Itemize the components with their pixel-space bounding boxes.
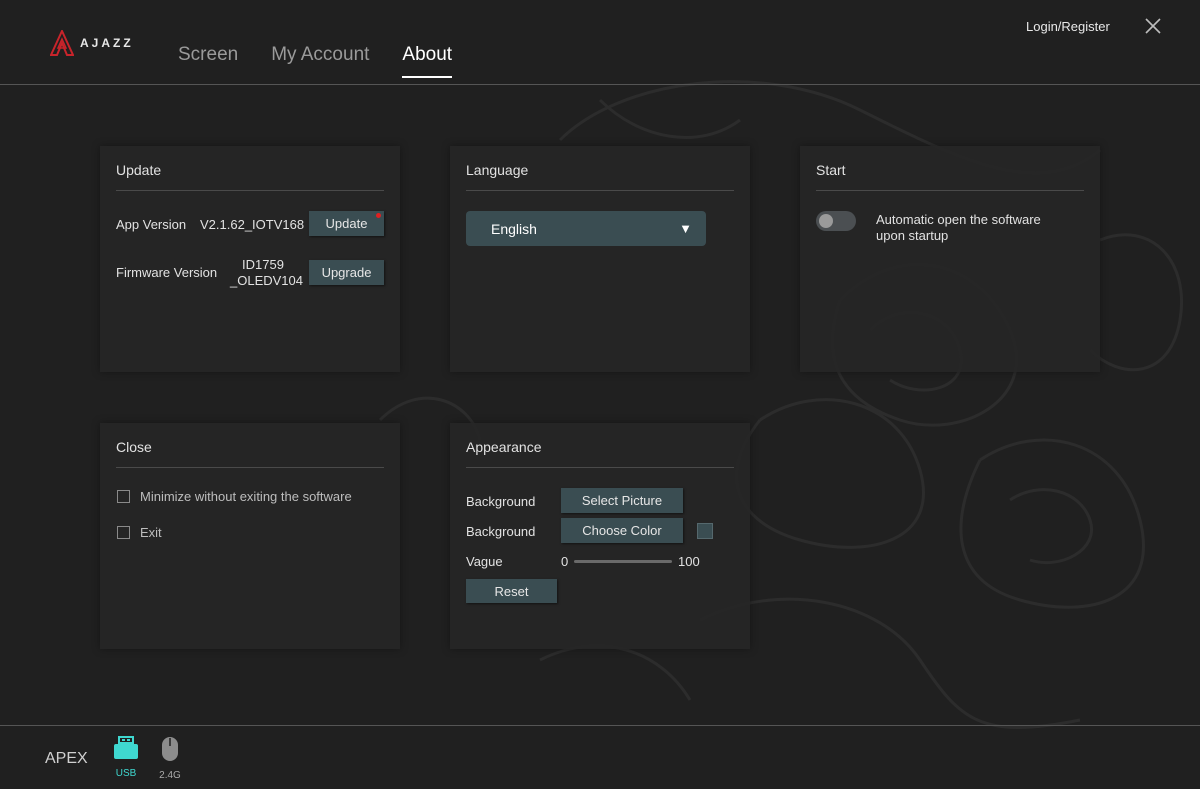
ajazz-logo: AJAZZ bbox=[50, 30, 134, 56]
logo-text: AJAZZ bbox=[80, 36, 134, 50]
upgrade-button[interactable]: Upgrade bbox=[309, 260, 384, 285]
divider bbox=[116, 467, 384, 468]
appearance-panel: Appearance Background Select Picture Bac… bbox=[450, 423, 750, 649]
vague-max-value: 100 bbox=[678, 554, 700, 569]
update-button[interactable]: Update bbox=[309, 211, 384, 236]
firmware-version-value-line1: ID1759 bbox=[242, 257, 284, 272]
app-version-value: V2.1.62_IOTV168 bbox=[200, 217, 305, 232]
close-icon[interactable] bbox=[1144, 17, 1162, 35]
usb-label: USB bbox=[115, 768, 137, 779]
divider bbox=[116, 190, 384, 191]
minimize-option-label[interactable]: Minimize without exiting the software bbox=[140, 489, 352, 504]
wireless-connection[interactable]: 2.4G bbox=[158, 736, 182, 781]
toggle-knob bbox=[819, 214, 833, 228]
exit-option-label[interactable]: Exit bbox=[140, 525, 162, 540]
usb-connection[interactable]: USB bbox=[112, 736, 140, 779]
close-panel: Close Minimize without exiting the softw… bbox=[100, 423, 400, 649]
firmware-version-label: Firmware Version bbox=[116, 265, 218, 280]
panel-title: Close bbox=[116, 439, 152, 455]
login-register-link[interactable]: Login/Register bbox=[1026, 19, 1110, 34]
app-version-label: App Version bbox=[116, 217, 187, 232]
divider bbox=[466, 467, 734, 468]
panel-title: Update bbox=[116, 162, 162, 178]
auto-open-label-line2: upon startup bbox=[876, 228, 949, 243]
background-artwork bbox=[378, 80, 1183, 729]
firmware-version-value-line2: _OLEDV104 bbox=[230, 273, 303, 288]
vague-slider[interactable] bbox=[574, 560, 672, 563]
divider bbox=[466, 190, 734, 191]
panel-title: Appearance bbox=[466, 439, 542, 455]
background-color-label: Background bbox=[466, 524, 536, 539]
choose-color-button[interactable]: Choose Color bbox=[561, 518, 683, 543]
tab-my-account[interactable]: My Account bbox=[271, 44, 369, 78]
tab-screen[interactable]: Screen bbox=[178, 44, 238, 78]
ajazz-logo-icon bbox=[50, 30, 74, 56]
language-select[interactable]: English ▼ bbox=[466, 211, 706, 246]
panel-title: Start bbox=[816, 162, 846, 178]
language-panel: Language English ▼ bbox=[450, 146, 750, 372]
minimize-checkbox[interactable] bbox=[117, 490, 130, 503]
auto-open-toggle[interactable] bbox=[816, 211, 856, 231]
update-available-dot bbox=[376, 213, 381, 218]
device-name: APEX bbox=[45, 750, 88, 767]
tab-about[interactable]: About bbox=[402, 44, 453, 78]
color-swatch[interactable] bbox=[697, 523, 713, 539]
dropdown-arrow-icon: ▼ bbox=[679, 221, 692, 236]
vague-label: Vague bbox=[466, 554, 503, 569]
start-panel: Start Automatic open the software upon s… bbox=[800, 146, 1100, 372]
device-bar: APEX USB 2.4G bbox=[0, 725, 1200, 789]
top-bar: AJAZZ Screen My Account About Login/Regi… bbox=[0, 0, 1200, 85]
background-picture-label: Background bbox=[466, 494, 536, 509]
exit-checkbox[interactable] bbox=[117, 526, 130, 539]
panel-title: Language bbox=[466, 162, 529, 178]
language-selected-value: English bbox=[491, 221, 537, 237]
auto-open-label-line1: Automatic open the software bbox=[876, 212, 1041, 227]
main-nav: Screen My Account About bbox=[178, 44, 453, 78]
update-panel: Update App Version V2.1.62_IOTV168 Updat… bbox=[100, 146, 400, 372]
mouse-icon bbox=[162, 737, 178, 761]
usb-icon bbox=[114, 736, 138, 759]
select-picture-button[interactable]: Select Picture bbox=[561, 488, 683, 513]
reset-button[interactable]: Reset bbox=[466, 579, 557, 603]
divider bbox=[816, 190, 1084, 191]
wireless-label: 2.4G bbox=[159, 770, 181, 781]
vague-min-value: 0 bbox=[561, 554, 569, 569]
